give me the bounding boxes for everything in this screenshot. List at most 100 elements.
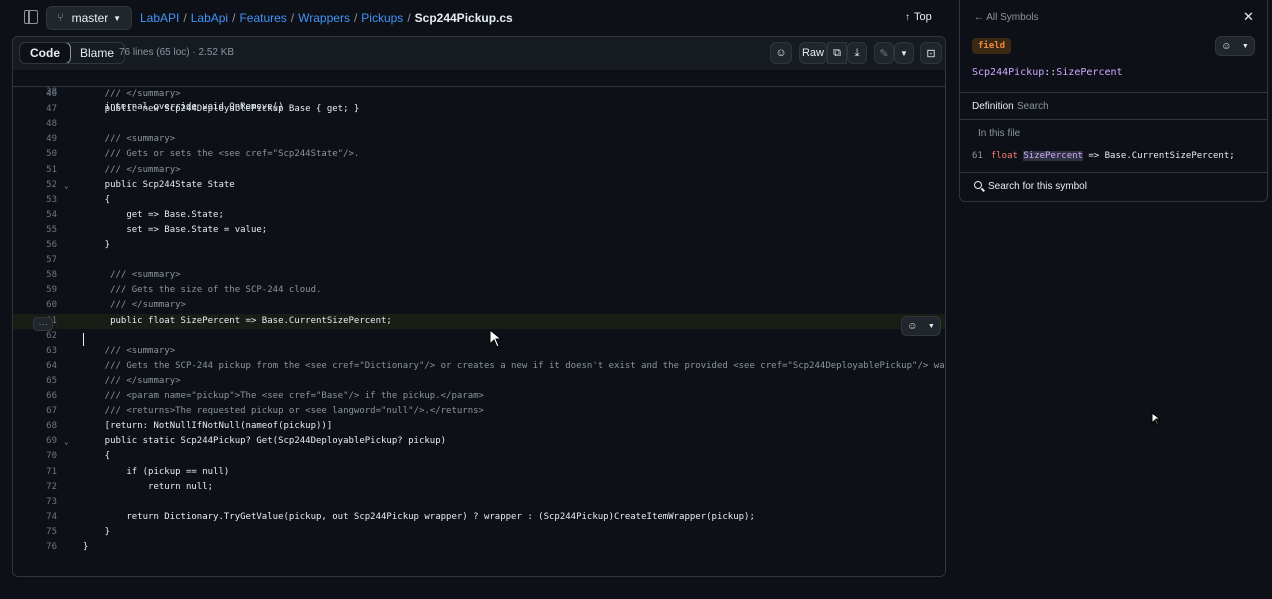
code-row: 71 if (pickup == null) (13, 465, 945, 480)
sidebar-toggle-icon[interactable] (24, 10, 38, 24)
line-number[interactable]: 57 (13, 253, 57, 268)
edit-button[interactable]: ✎ (874, 42, 894, 64)
code-line: /// <summary> (83, 134, 176, 145)
code-line: /// Gets the size of the SCP-244 cloud. (83, 285, 322, 296)
text-cursor (83, 333, 84, 346)
line-number[interactable]: 60 (13, 298, 57, 313)
code-row: 54 get => Base.State; (13, 208, 945, 223)
code-line: return Dictionary.TryGetValue(pickup, ou… (83, 511, 755, 522)
line-number[interactable]: 51 (13, 163, 57, 178)
breadcrumb-item[interactable]: Wrappers (298, 11, 350, 25)
fold-chevron-icon[interactable]: ⌄ (64, 178, 69, 193)
raw-button[interactable]: Raw (799, 42, 827, 64)
code-row: 68 [return: NotNullIfNotNull(nameof(pick… (13, 419, 945, 434)
line-number[interactable]: 56 (13, 238, 57, 253)
chevron-down-icon: ▼ (900, 48, 908, 58)
code-row: 65 /// </summary> (13, 374, 945, 389)
git-branch-icon: ⑂ (57, 12, 64, 24)
line-number[interactable]: 50 (13, 147, 57, 162)
code-row: 72 return null; (13, 480, 945, 495)
line-number[interactable]: 75 (13, 525, 57, 540)
tab-code[interactable]: Code (20, 43, 71, 63)
breadcrumb-item[interactable]: Features (239, 11, 286, 25)
code-row: 63 /// <summary> (13, 344, 945, 359)
branch-name: master (71, 11, 109, 25)
line-number[interactable]: 53 (13, 193, 57, 208)
code-line: /// <param name="pickup">The <see cref="… (83, 391, 484, 401)
symbol-reference[interactable]: 61 float SizePercent => Base.CurrentSizeP… (972, 151, 1235, 161)
mouse-pointer-icon (1151, 412, 1161, 426)
code-line: if (pickup == null) (83, 466, 230, 477)
copy-icon: ⧉ (833, 46, 841, 59)
symbols-panel-button[interactable]: ⊡ (920, 42, 942, 64)
breadcrumb-item[interactable]: LabApi (191, 11, 228, 25)
breadcrumb-item[interactable]: LabAPI (140, 11, 179, 25)
code-area[interactable]: 38 internal override void OnRemove() 46 … (13, 70, 945, 576)
line-number[interactable]: 73 (13, 495, 57, 510)
code-line: /// </summary> (83, 300, 186, 311)
edit-dropdown-button[interactable]: ▼ (894, 42, 914, 64)
line-number[interactable]: 76 (13, 540, 57, 555)
code-row: 69 ⌄ public static Scp244Pickup? Get(Scp2… (13, 434, 945, 449)
code-row: 75 } (13, 525, 945, 540)
code-row: 50 /// Gets or sets the <see cref="Scp24… (13, 147, 945, 162)
branch-selector-button[interactable]: ⑂ master ▼ (46, 6, 132, 30)
symbol-tabs: Definition Search (960, 92, 1267, 120)
code-line: } (83, 542, 89, 552)
reference-highlight: SizePercent (1023, 151, 1083, 161)
line-number[interactable]: 65 (13, 374, 57, 389)
code-line: public static Scp244Pickup? Get(Scp244De… (83, 436, 447, 447)
code-line: get => Base.State; (83, 209, 224, 220)
file-info: 76 lines (65 loc) · 2.52 KB (119, 47, 235, 58)
in-this-file-label: In this file (978, 128, 1021, 139)
line-number[interactable]: 58 (13, 268, 57, 283)
line-number[interactable]: 49 (13, 132, 57, 147)
line-options-button[interactable]: ··· (33, 317, 53, 331)
line-number[interactable]: 68 (13, 419, 57, 434)
tab-search[interactable]: Search (1017, 101, 1049, 112)
line-number[interactable]: 59 (13, 283, 57, 298)
pencil-icon: ✎ (879, 47, 889, 60)
code-row: 74 return Dictionary.TryGetValue(pickup,… (13, 510, 945, 525)
line-number[interactable]: 54 (13, 208, 57, 223)
sticky-scroll-line[interactable]: 38 internal override void OnRemove() (13, 70, 945, 112)
breadcrumb: LabAPI / LabApi / Features / Wrappers / Pickups /… (140, 11, 513, 25)
code-row: 48 (13, 117, 945, 132)
breadcrumb-item[interactable]: Pickups (361, 11, 403, 25)
code-line: /// </summary> (83, 375, 181, 386)
line-number[interactable]: 74 (13, 510, 57, 525)
line-number[interactable]: 52 (13, 178, 57, 193)
fold-chevron-icon[interactable]: ⌄ (64, 434, 69, 449)
code-row: 70 { (13, 449, 945, 464)
close-icon[interactable]: ✕ (1243, 9, 1254, 25)
line-number[interactable]: 38 (13, 85, 57, 100)
line-number[interactable]: 55 (13, 223, 57, 238)
line-number[interactable]: 67 (13, 404, 57, 419)
copilot-icon: ☺ (1221, 40, 1232, 52)
copilot-inline-button[interactable]: ☺ ▼ (901, 316, 941, 336)
symbol-name: Scp244Pickup::SizePercent (972, 67, 1123, 78)
line-number[interactable]: 66 (13, 389, 57, 404)
code-row: 73 (13, 495, 945, 510)
reference-line-number: 61 (972, 151, 983, 161)
tab-blame[interactable]: Blame (70, 43, 124, 63)
line-number[interactable]: 69 (13, 434, 57, 449)
download-button[interactable]: ⤓ (847, 42, 867, 64)
code-line: [return: NotNullIfNotNull(nameof(pickup)… (83, 421, 333, 432)
code-row: 57 (13, 253, 945, 268)
top-label: Top (914, 11, 932, 23)
line-number[interactable]: 63 (13, 344, 57, 359)
line-number[interactable]: 72 (13, 480, 57, 495)
top-link[interactable]: ↑ Top (905, 11, 932, 23)
line-number[interactable]: 70 (13, 449, 57, 464)
all-symbols-link[interactable]: ← All Symbols (974, 12, 1038, 23)
line-number[interactable]: 64 (13, 359, 57, 374)
file-header: Code Blame 76 lines (65 loc) · 2.52 KB ☺… (13, 37, 945, 71)
code-row: 67 /// <returns>The requested pickup or … (13, 404, 945, 419)
search-symbol-button[interactable]: Search for this symbol (960, 172, 1267, 200)
tab-definition[interactable]: Definition (972, 101, 1014, 112)
copilot-button[interactable]: ☺ ▼ (1215, 36, 1255, 56)
copilot-button[interactable]: ☺ (770, 42, 792, 64)
line-number[interactable]: 71 (13, 465, 57, 480)
copy-button[interactable]: ⧉ (827, 42, 847, 64)
